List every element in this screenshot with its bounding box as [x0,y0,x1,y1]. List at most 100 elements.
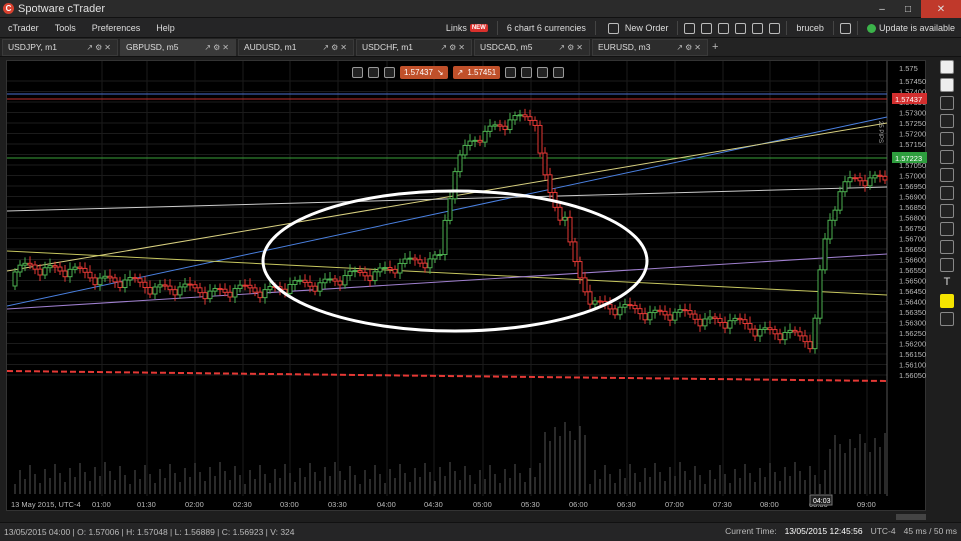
drawing-tools: T [936,60,958,340]
tab-controls-icon[interactable]: ↗⚙✕ [322,43,349,52]
candle-body [197,287,203,294]
minimize-button[interactable]: – [869,0,895,18]
candle-body [512,115,518,121]
candle-body [627,304,633,307]
candle-body [147,287,153,295]
tab-eurusd[interactable]: EURUSD, m3 ↗⚙✕ [592,38,708,56]
email-icon[interactable] [718,22,730,34]
tab-usdchf[interactable]: USDCHF, m1 ↗⚙✕ [356,38,472,56]
candle-body [672,311,678,321]
menu-tools[interactable]: Tools [47,23,84,33]
candle-body [637,308,643,315]
tab-audusd[interactable]: AUDUSD, m1 ↗⚙✕ [238,38,354,56]
quantity-icon[interactable] [384,66,395,78]
cursor-icon[interactable] [940,114,954,128]
circle-icon[interactable] [940,240,954,254]
add-tab-button[interactable]: + [712,41,718,53]
tab-usdjpy[interactable]: USDJPY, m1 ↗⚙✕ [2,38,118,56]
candle-body [467,140,473,146]
candle-body [477,139,483,143]
candle-body [82,267,88,273]
x-tick-label: 13 May 2015, UTC-4 [11,500,81,509]
links-menu[interactable]: Links NEW [440,23,494,33]
horizontal-scrollbar[interactable] [896,514,926,520]
y-tick-label: 1.56500 [899,277,926,286]
x-tick-label: 01:00 [92,500,111,509]
candle-body [722,321,728,329]
candle-body [527,116,533,121]
x-tick-label: 02:30 [233,500,252,509]
pan-icon[interactable] [940,150,954,164]
tab-controls-icon[interactable]: ↗⚙✕ [204,43,231,52]
close-button[interactable]: ✕ [921,0,961,18]
single-chart-icon[interactable] [940,60,954,74]
green-line-label: 1.57223 [895,154,922,163]
timezone[interactable]: UTC-4 [871,526,896,536]
camera-icon[interactable] [940,312,954,326]
candle-body [607,303,613,310]
layout-icon[interactable] [940,96,954,110]
y-tick-label: 1.57450 [899,77,926,86]
menu-preferences[interactable]: Preferences [84,23,149,33]
info-icon[interactable] [521,66,533,78]
tab-controls-icon[interactable]: ↗⚙✕ [558,43,585,52]
chart-info[interactable]: 6 chart 6 currencies [501,23,592,33]
status-bar: 13/05/2015 04:00 | O: 1.57006 | H: 1.570… [0,522,961,541]
candle-body [52,265,58,268]
list-icon[interactable] [505,66,517,78]
flag-icon[interactable] [839,22,851,34]
chart-area[interactable]: 1.574501.574001.573501.573001.572501.572… [6,60,927,512]
tab-controls-icon[interactable]: ↗⚙✕ [440,43,467,52]
maximize-button[interactable]: □ [895,0,921,18]
window-icon[interactable] [684,22,696,34]
new-order-button[interactable]: New Order [599,22,675,34]
tab-usdcad[interactable]: USDCAD, m5 ↗⚙✕ [474,38,590,56]
candle-body [682,309,688,312]
text-tool-icon[interactable]: T [940,276,954,290]
candle-body [247,284,253,289]
x-tick-label: 05:30 [521,500,540,509]
update-notice[interactable]: Update is available [861,23,961,33]
lock-icon[interactable] [553,66,565,78]
fibonacci-icon[interactable] [940,186,954,200]
menu-help[interactable]: Help [148,23,183,33]
candle-body [582,277,588,293]
crosshair-icon[interactable] [940,132,954,146]
tab-controls-icon[interactable]: ↗⚙✕ [676,43,703,52]
buy-button[interactable]: ↗ 1.57451 [452,65,501,79]
candle-body [202,292,208,300]
candle-body [882,175,888,181]
curve-icon[interactable] [940,222,954,236]
menu-ctrader[interactable]: cTrader [0,23,47,33]
trendline-icon[interactable] [940,168,954,182]
quote-icon[interactable] [701,22,713,34]
heart-icon[interactable] [752,22,764,34]
settings-icon[interactable] [368,66,379,78]
current-time-label: Current Time: [725,526,777,536]
pips-label: 25 PIPS [877,121,883,143]
candle-body [562,216,568,221]
candle-body [132,277,138,280]
ellipse-icon[interactable] [940,258,954,272]
eye-icon[interactable] [537,66,549,78]
tab-controls-icon[interactable]: ↗⚙✕ [86,43,113,52]
update-icon [866,23,876,33]
x-tick-label: 06:00 [569,500,588,509]
chat-icon[interactable] [735,22,747,34]
candle-body [222,288,228,293]
color-picker-icon[interactable] [940,294,954,308]
multi-chart-icon[interactable] [940,78,954,92]
user-name[interactable]: bruceb [790,23,830,33]
sell-price: 1.57437 [404,67,433,77]
candle-body [532,119,538,126]
users-icon[interactable] [769,22,781,34]
pencil-icon[interactable] [940,204,954,218]
candle-body [292,280,298,286]
zoom-icon[interactable] [352,66,363,78]
candle-body [847,177,853,183]
candlestick-chart[interactable]: 1.574501.574001.573501.573001.572501.572… [7,61,927,512]
candle-body [362,271,368,277]
sell-button[interactable]: 1.57437 ↘ [400,65,448,79]
tab-gbpusd[interactable]: GBPUSD, m5 ↗⚙✕ [120,38,236,56]
x-tick-label: 09:00 [857,500,876,509]
